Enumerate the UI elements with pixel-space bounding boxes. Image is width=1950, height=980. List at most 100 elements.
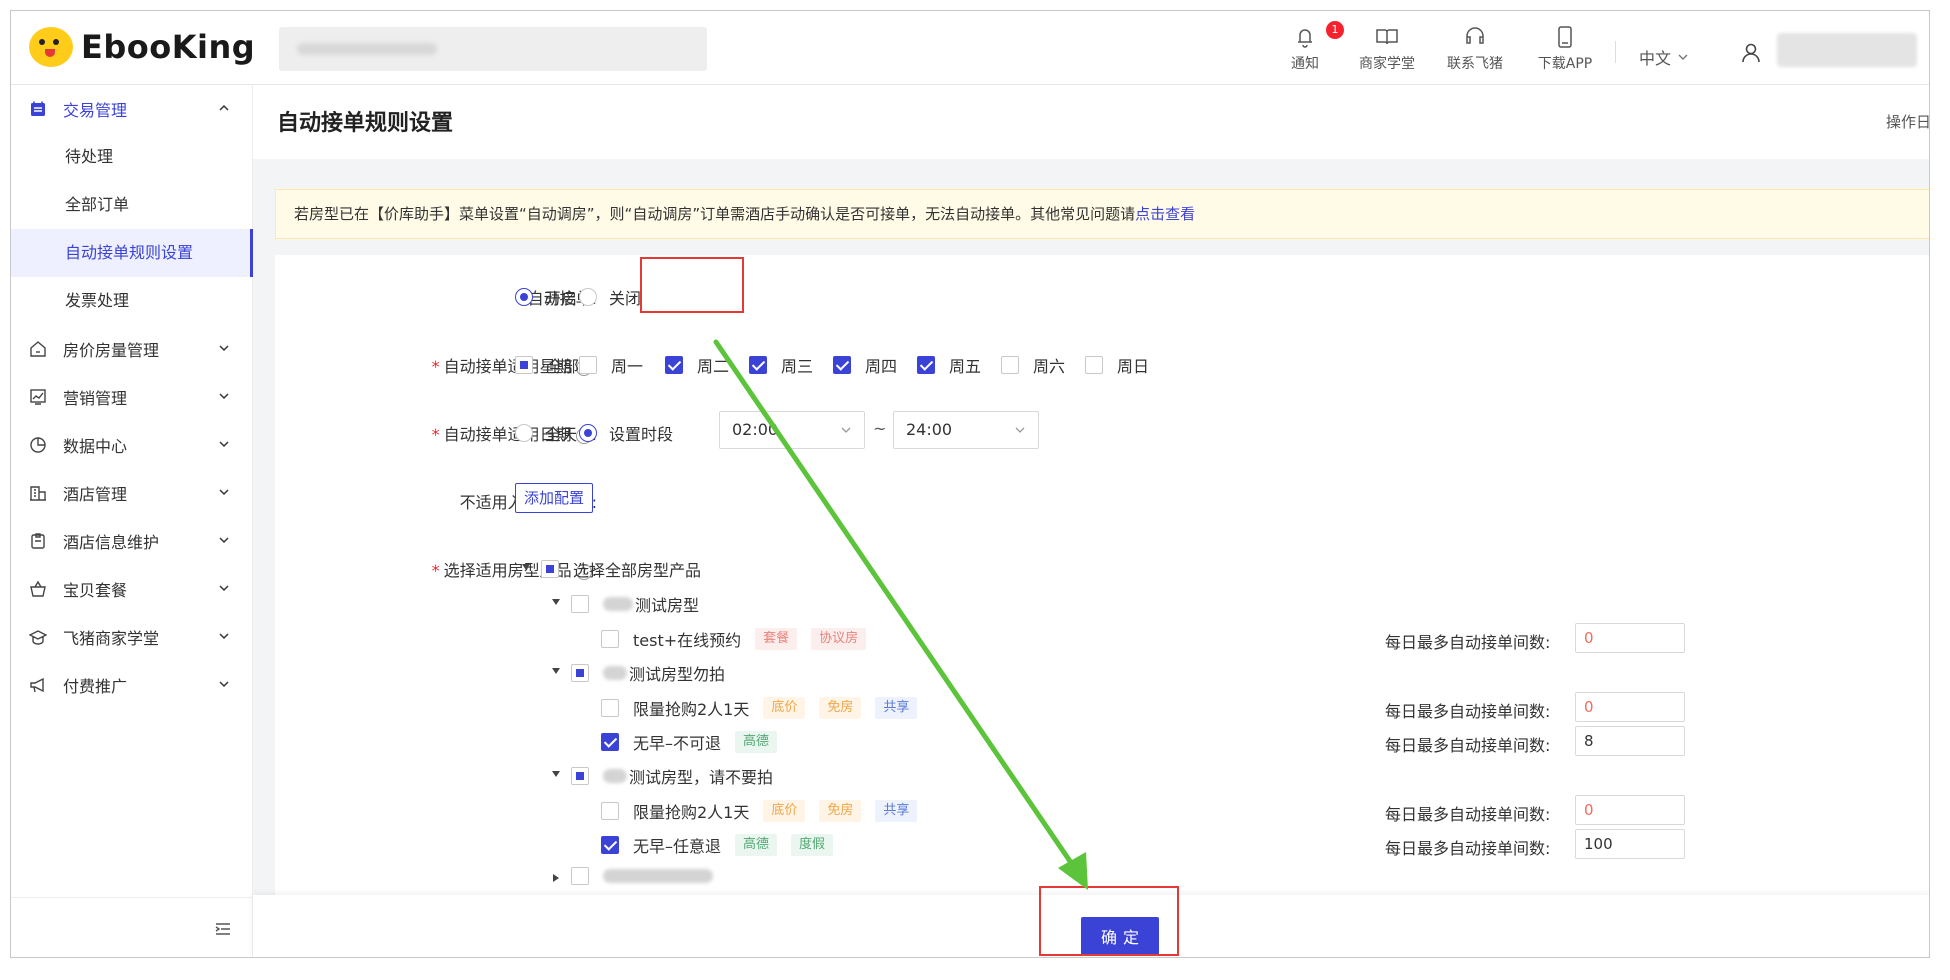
daily-limit-input[interactable]: 8 <box>1575 726 1685 756</box>
weekday-sun-checkbox[interactable]: 周日 <box>1085 353 1149 377</box>
notify-badge: 1 <box>1326 21 1344 39</box>
room3-product-2[interactable]: 无早–任意退 高德 度假 <box>601 833 834 857</box>
auto-accept-off-radio[interactable]: 关闭 <box>579 285 641 309</box>
daily-limit-label: 每日最多自动接单间数: <box>1385 702 1551 721</box>
weekday-mon-checkbox[interactable]: 周一 <box>579 353 643 377</box>
room2-product-1[interactable]: 限量抢购2人1天 底价 免房 共享 <box>601 696 918 720</box>
ebooking-logo[interactable]: EbooKing <box>29 25 255 69</box>
chart-icon <box>30 389 46 405</box>
sidebar-item-room-price[interactable]: 房价房量管理 <box>11 325 253 373</box>
sidebar-group-trade-label: 交易管理 <box>63 101 128 120</box>
room-type-2[interactable]: 测试房型勿拍 <box>571 661 725 685</box>
sidebar-item-data-center[interactable]: 数据中心 <box>11 421 253 469</box>
checkbox-box <box>571 767 589 785</box>
caret-down-icon[interactable] <box>521 562 531 572</box>
auto-accept-on-radio[interactable]: 开启 <box>515 285 577 309</box>
time-end-value: 24:00 <box>906 420 953 439</box>
headset-icon <box>1462 25 1488 49</box>
weekday-wed-checkbox[interactable]: 周三 <box>749 353 813 377</box>
checkbox-box <box>515 356 533 374</box>
tag-gaode: 高德 <box>735 731 778 753</box>
account-name[interactable] <box>1777 33 1917 67</box>
date-all-day-radio[interactable]: 全天 <box>515 421 577 445</box>
chevron-down-icon <box>219 633 229 640</box>
chevron-down-icon <box>1678 54 1688 60</box>
collapse-menu-icon[interactable] <box>215 922 231 936</box>
download-app-button[interactable]: 下载APP <box>1525 25 1605 73</box>
form-footer: 确定 <box>253 895 1929 957</box>
chevron-down-icon <box>841 427 851 433</box>
checkbox-box <box>601 699 619 717</box>
operation-log-link[interactable]: 操作日 <box>1886 111 1929 132</box>
product-label: 无早–任意退 <box>633 837 722 856</box>
checkbox-box <box>1001 356 1019 374</box>
notice-link[interactable]: 点击查看 <box>1135 205 1195 223</box>
room1-product-1[interactable]: test+在线预约 套餐 协议房 <box>601 627 867 651</box>
download-app-label: 下载APP <box>1537 56 1593 72</box>
clipboard-icon <box>31 533 45 549</box>
sidebar-item-invoice[interactable]: 发票处理 <box>11 277 253 325</box>
sidebar-item-hotel-info[interactable]: 酒店信息维护 <box>11 517 253 565</box>
confirm-button[interactable]: 确定 <box>1081 917 1159 955</box>
room2-product-2[interactable]: 无早–不可退 高德 <box>601 730 778 754</box>
daily-limit-input[interactable]: 100 <box>1575 829 1685 859</box>
time-end-select[interactable]: 24:00 <box>893 411 1039 449</box>
notice-banner: 若房型已在【价库助手】菜单设置“自动调房”，则“自动调房”订单需酒店手动确认是否… <box>275 189 1929 239</box>
caret-right-icon[interactable] <box>551 873 561 883</box>
tag-package: 套餐 <box>755 628 798 650</box>
weekday-sat-checkbox[interactable]: 周六 <box>1001 353 1065 377</box>
daily-limit-input[interactable]: 0 <box>1575 623 1685 653</box>
weekday-thu-checkbox[interactable]: 周四 <box>833 353 897 377</box>
room-type-1[interactable]: 测试房型 <box>571 592 699 616</box>
merchant-school-button[interactable]: 商家学堂 <box>1347 25 1427 73</box>
sidebar-item-pending[interactable]: 待处理 <box>11 133 253 181</box>
language-selector[interactable]: 中文 <box>1639 45 1689 69</box>
contact-fliggy-button[interactable]: 联系飞猪 <box>1435 25 1515 73</box>
caret-down-icon[interactable] <box>551 769 561 779</box>
caret-down-icon[interactable] <box>551 597 561 607</box>
sidebar-item-hotel-manage[interactable]: 酒店管理 <box>11 469 253 517</box>
radio-label: 开启 <box>545 289 578 308</box>
logo-text: EbooKing <box>81 28 256 66</box>
sidebar-item-fliggy-school[interactable]: 飞猪商家学堂 <box>11 613 253 661</box>
blurred-text <box>603 597 633 611</box>
daily-limit-input[interactable]: 0 <box>1575 692 1685 722</box>
hotel-selector[interactable] <box>279 27 707 71</box>
room3-product-1[interactable]: 限量抢购2人1天 底价 免房 共享 <box>601 799 918 823</box>
weekday-tue-checkbox[interactable]: 周二 <box>665 353 729 377</box>
sidebar-item-paid-promotion[interactable]: 付费推广 <box>11 661 253 709</box>
blurred-text <box>603 869 713 883</box>
language-label: 中文 <box>1639 49 1672 68</box>
sidebar-item-label: 全部订单 <box>65 195 130 214</box>
sidebar-item-auto-rule[interactable]: 自动接单规则设置 <box>11 229 253 277</box>
daily-limit-label: 每日最多自动接单间数: <box>1385 736 1551 755</box>
time-start-select[interactable]: 02:00 <box>719 411 865 449</box>
sidebar-item-all-orders[interactable]: 全部订单 <box>11 181 253 229</box>
daily-limit-label: 每日最多自动接单间数: <box>1385 805 1551 824</box>
room-type-4[interactable] <box>571 867 715 885</box>
weekday-fri-checkbox[interactable]: 周五 <box>917 353 981 377</box>
weekday-all-checkbox[interactable]: 全部 <box>515 353 579 377</box>
add-config-button[interactable]: 添加配置 <box>515 483 594 513</box>
chevron-up-icon <box>219 104 229 111</box>
sidebar-item-label: 付费推广 <box>63 677 128 696</box>
caret-down-icon[interactable] <box>551 666 561 676</box>
room-type-3[interactable]: 测试房型，请不要拍 <box>571 764 773 788</box>
sidebar-group-trade[interactable]: 交易管理 <box>11 85 253 133</box>
main-area: 自动接单规则设置 操作日 若房型已在【价库助手】菜单设置“自动调房”，则“自动调… <box>253 85 1929 957</box>
calendar-icon <box>31 101 45 116</box>
graduation-cap-icon <box>29 630 47 645</box>
radio-label: 全天 <box>545 425 578 444</box>
select-all-products-checkbox[interactable]: 选择全部房型产品 <box>541 557 701 581</box>
user-icon[interactable] <box>1739 41 1763 65</box>
daily-limit-input[interactable]: 0 <box>1575 795 1685 825</box>
date-period-radio[interactable]: 设置时段 <box>579 421 673 445</box>
chevron-down-icon <box>219 681 229 688</box>
blurred-text <box>603 666 627 680</box>
phone-icon <box>1552 25 1578 49</box>
notify-button[interactable]: 1 通知 <box>1275 21 1344 73</box>
bell-icon: 1 <box>1292 21 1344 49</box>
checkbox-label: 选择全部房型产品 <box>573 561 702 580</box>
sidebar-item-package[interactable]: 宝贝套餐 <box>11 565 253 613</box>
sidebar-item-marketing[interactable]: 营销管理 <box>11 373 253 421</box>
